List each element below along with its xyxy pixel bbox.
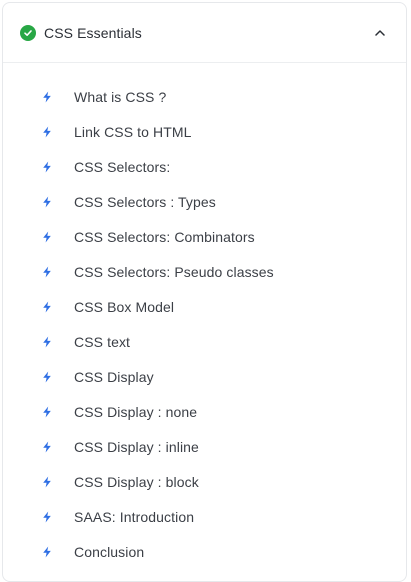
lesson-item[interactable]: CSS Selectors : Types	[3, 184, 406, 219]
section-header-toggle[interactable]: CSS Essentials	[3, 3, 406, 63]
lesson-label: Link CSS to HTML	[74, 123, 192, 140]
lesson-label: CSS Display : inline	[74, 438, 199, 455]
lesson-item[interactable]: Link CSS to HTML	[3, 114, 406, 149]
lesson-item[interactable]: SAAS: Introduction	[3, 499, 406, 534]
lesson-label: CSS Display	[74, 368, 154, 385]
course-section-panel: CSS Essentials What is CSS ? Link CSS to…	[2, 2, 407, 582]
bolt-icon	[41, 370, 53, 384]
bolt-icon	[41, 405, 53, 419]
section-title: CSS Essentials	[44, 24, 142, 41]
bolt-icon	[41, 160, 53, 174]
bolt-icon	[41, 125, 53, 139]
bolt-icon	[41, 230, 53, 244]
lesson-item[interactable]: CSS Display : none	[3, 394, 406, 429]
lesson-list: What is CSS ? Link CSS to HTML CSS Selec…	[3, 63, 406, 569]
lesson-item[interactable]: CSS Box Model	[3, 289, 406, 324]
bolt-icon	[41, 265, 53, 279]
check-circle-icon	[20, 24, 36, 41]
bolt-icon	[41, 475, 53, 489]
lesson-item[interactable]: CSS Display : block	[3, 464, 406, 499]
bolt-icon	[41, 510, 53, 524]
bolt-icon	[41, 545, 53, 559]
lesson-label: CSS Selectors: Combinators	[74, 228, 255, 245]
lesson-item[interactable]: CSS text	[3, 324, 406, 359]
bolt-icon	[41, 300, 53, 314]
lesson-label: CSS Selectors : Types	[74, 193, 216, 210]
lesson-label: Conclusion	[74, 543, 145, 560]
lesson-label: SAAS: Introduction	[74, 508, 195, 525]
lesson-label: CSS Selectors:	[74, 158, 171, 175]
lesson-label: CSS Box Model	[74, 298, 175, 315]
lesson-item[interactable]: Conclusion	[3, 534, 406, 569]
lesson-item[interactable]: CSS Selectors: Combinators	[3, 219, 406, 254]
lesson-item[interactable]: CSS Selectors:	[3, 149, 406, 184]
lesson-label: CSS Selectors: Pseudo classes	[74, 263, 274, 280]
chevron-up-icon[interactable]	[372, 25, 388, 41]
lesson-item[interactable]: What is CSS ?	[3, 79, 406, 114]
lesson-label: CSS text	[74, 333, 131, 350]
lesson-label: CSS Display : block	[74, 473, 199, 490]
lesson-item[interactable]: CSS Display : inline	[3, 429, 406, 464]
lesson-label: CSS Display : none	[74, 403, 198, 420]
bolt-icon	[41, 90, 53, 104]
lesson-item[interactable]: CSS Selectors: Pseudo classes	[3, 254, 406, 289]
lesson-item[interactable]: CSS Display	[3, 359, 406, 394]
bolt-icon	[41, 440, 53, 454]
bolt-icon	[41, 195, 53, 209]
lesson-label: What is CSS ?	[74, 88, 167, 105]
bolt-icon	[41, 335, 53, 349]
